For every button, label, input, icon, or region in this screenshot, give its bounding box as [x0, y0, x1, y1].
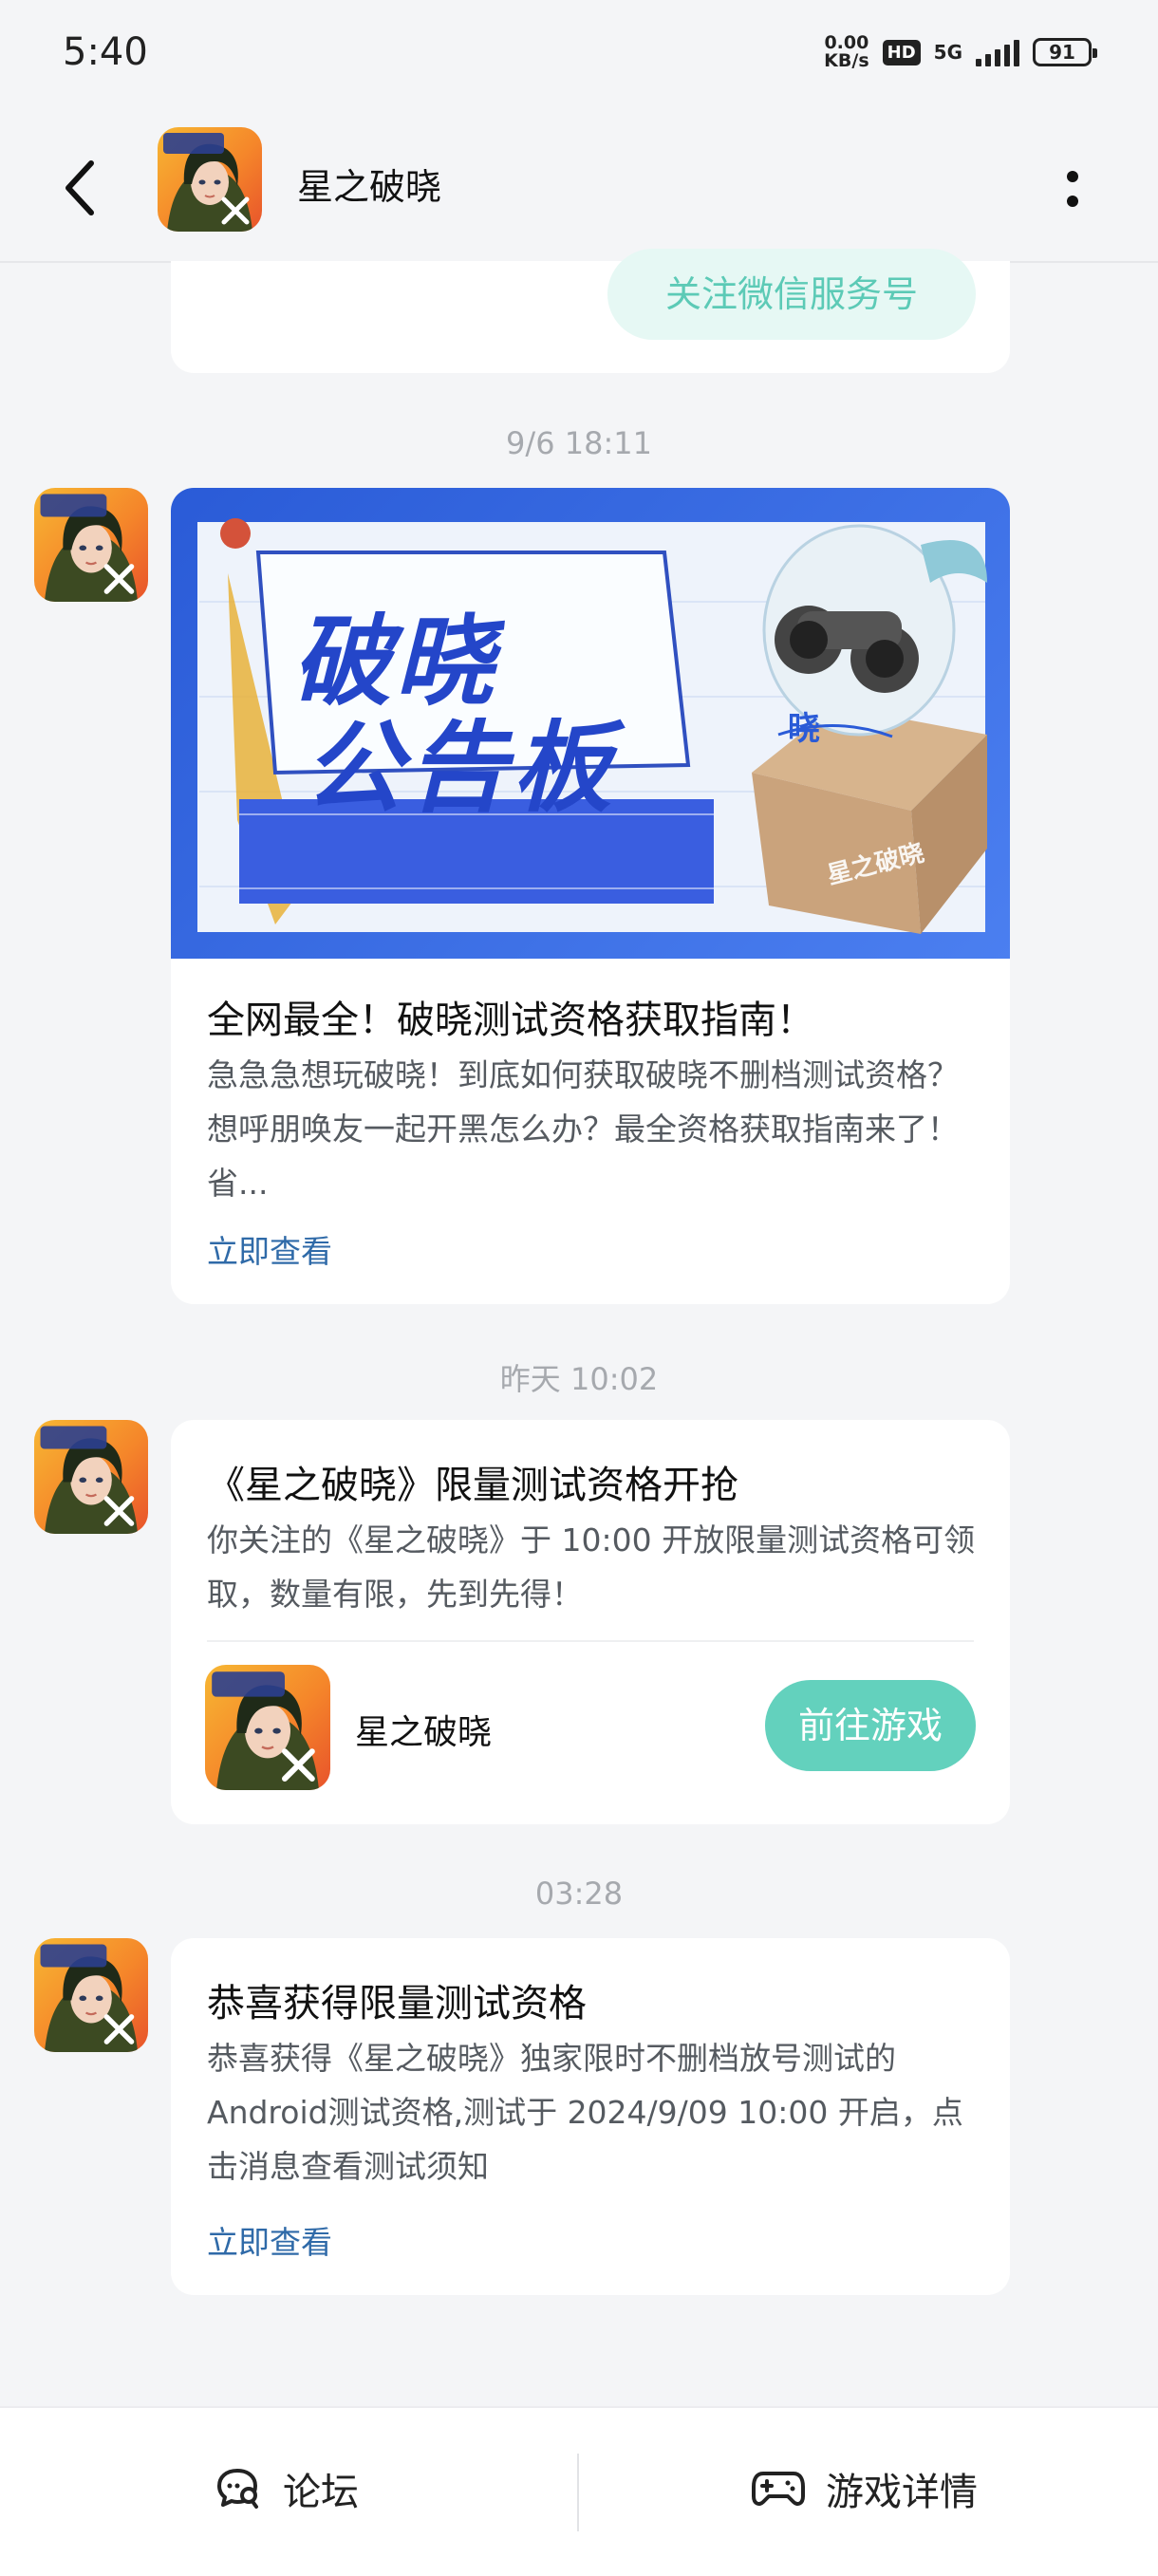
message-timestamp: 9/6 18:11 — [506, 425, 652, 461]
divider — [207, 1640, 974, 1642]
sender-avatar[interactable] — [34, 1420, 148, 1534]
chevron-left-icon[interactable] — [55, 150, 112, 226]
tab-game-details-label: 游戏详情 — [826, 2471, 978, 2514]
bottom-divider — [577, 2454, 579, 2531]
status-time: 5:40 — [63, 30, 148, 74]
tab-game-details[interactable]: 游戏详情 — [752, 2446, 978, 2531]
hd-badge: HD — [882, 39, 921, 65]
sender-avatar[interactable] — [34, 488, 148, 602]
header-avatar[interactable] — [158, 127, 262, 232]
banner-title-line2: 公告板 — [304, 710, 618, 826]
card-body: 急急急想玩破晓！到底如何获取破晓不删档测试资格？想呼朋唤友一起开黑怎么办？最全资… — [207, 1056, 959, 1202]
message-timestamp: 昨天 10:02 — [499, 1361, 659, 1397]
view-now-link[interactable]: 立即查看 — [207, 1226, 332, 1272]
follow-wechat-button[interactable]: 关注微信服务号 — [607, 249, 976, 340]
card-title: 全网最全！破晓测试资格获取指南！ — [207, 999, 814, 1042]
game-icon[interactable] — [205, 1665, 330, 1790]
message-timestamp: 03:28 — [534, 1876, 624, 1912]
sender-avatar[interactable] — [34, 1938, 148, 2052]
tab-forum-label: 论坛 — [283, 2471, 359, 2514]
card-title: 恭喜获得限量测试资格 — [207, 1982, 587, 2025]
bottom-bar: 论坛 游戏详情 — [0, 2406, 1158, 2576]
network-type: 5G — [933, 41, 962, 64]
announcement-card[interactable]: 破晓 公告板 星之破晓 晓 全网最全！破晓测试资格获取指南！ 急急急想玩破晓！到… — [171, 488, 1010, 1304]
more-vertical-icon[interactable] — [1054, 156, 1092, 222]
granted-card[interactable]: 恭喜获得限量测试资格 恭喜获得《星之破晓》独家限时不删档放号测试的Android… — [171, 1938, 1010, 2295]
game-name: 星之破晓 — [355, 1713, 493, 1752]
go-to-game-button[interactable]: 前往游戏 — [765, 1680, 976, 1771]
banner-mascot-tag: 晓 — [788, 710, 820, 748]
view-now-link[interactable]: 立即查看 — [207, 2217, 332, 2263]
card-body: 你关注的《星之破晓》于 10:00 开放限量测试资格可领取，数量有限，先到先得！ — [207, 1521, 976, 1613]
gamepad-icon — [752, 2472, 805, 2506]
announcement-banner: 破晓 公告板 星之破晓 晓 — [171, 488, 1010, 959]
chat-header: 星之破晓 — [0, 114, 1158, 263]
card-title: 《星之破晓》限量测试资格开抢 — [207, 1464, 738, 1507]
signal-icon — [976, 38, 1019, 66]
tab-forum[interactable]: 论坛 — [215, 2446, 359, 2531]
qualification-card[interactable]: 《星之破晓》限量测试资格开抢 你关注的《星之破晓》于 10:00 开放限量测试资… — [171, 1420, 1010, 1824]
battery-icon: 91 — [1033, 38, 1097, 66]
status-icons: 0.00 KB/s HD 5G 91 — [824, 32, 1097, 71]
page-title: 星之破晓 — [297, 166, 442, 208]
status-bar: 5:40 0.00 KB/s HD 5G 91 — [0, 0, 1158, 114]
card-body: 恭喜获得《星之破晓》独家限时不删档放号测试的Android测试资格,测试于 20… — [207, 2040, 963, 2185]
forum-chat-icon — [217, 2469, 258, 2509]
net-speed: 0.00 KB/s — [824, 32, 869, 71]
